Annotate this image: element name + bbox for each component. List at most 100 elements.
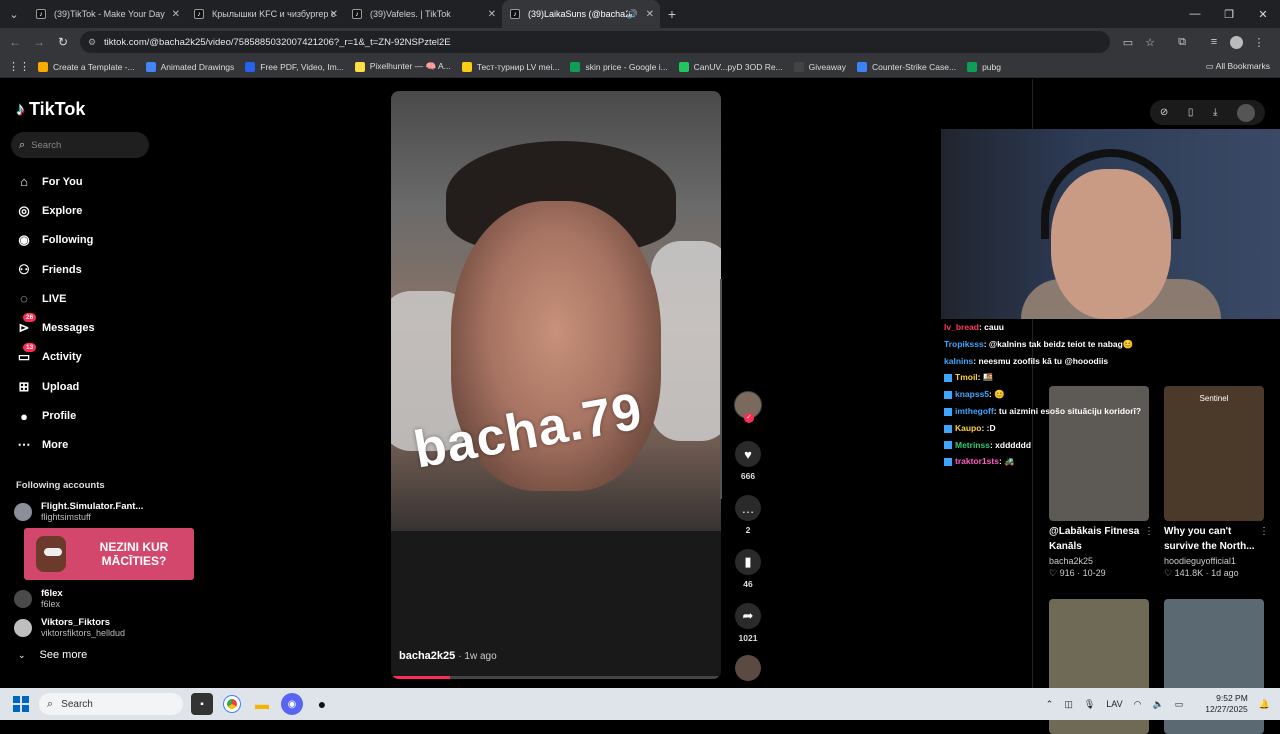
taskbar-search[interactable]: ⌕ Search <box>39 693 183 715</box>
card-author[interactable]: hoodieguyofficial1 <box>1164 556 1264 566</box>
volume-icon[interactable]: 🔈 <box>1153 699 1164 710</box>
bookmark-item[interactable]: Тест-турнир LV mei... <box>461 61 559 72</box>
video-thumbnail[interactable]: Sentinel <box>1164 386 1264 521</box>
media-icon[interactable]: ≡ <box>1203 36 1225 48</box>
video-player[interactable]: bacha.79 bacha2k25 · 1w ago <box>391 91 721 679</box>
user-avatar[interactable] <box>1237 103 1256 122</box>
search-input[interactable]: ⌕ Search <box>11 132 149 158</box>
bookmark-star-icon[interactable]: ☆ <box>1139 36 1161 49</box>
bookmark-item[interactable]: CanUV...pyD 3OD Re... <box>678 61 783 72</box>
bookmark-item[interactable]: Counter-Strike Case... <box>856 61 956 72</box>
following-account[interactable]: f6lex f6lex <box>14 584 143 613</box>
nav-item-profile[interactable]: ● Profile <box>15 401 95 430</box>
save-count: 46 <box>743 579 753 589</box>
bookmark-item[interactable]: skin price - Google i... <box>570 61 668 72</box>
card-title[interactable]: Why you can't survive the North... <box>1164 524 1264 554</box>
site-info-icon[interactable]: ⚙ <box>88 37 98 47</box>
post-age: · 1w ago <box>458 651 497 662</box>
extensions-icon[interactable]: ⧉ <box>1171 36 1193 49</box>
close-icon[interactable]: ✕ <box>646 9 654 20</box>
device-icon[interactable]: ▯ <box>1188 107 1194 118</box>
url-bar[interactable]: ⚙ tiktok.com/@bacha2k25/video/7585885032… <box>80 31 1110 53</box>
see-more-button[interactable]: ⌄ See more <box>18 649 87 661</box>
notifications-icon[interactable]: 🔔 <box>1259 699 1270 710</box>
video-scrollbar[interactable] <box>720 279 722 499</box>
wifi-icon[interactable]: ◠ <box>1134 699 1142 710</box>
nav-item-for-you[interactable]: ⌂ For You <box>15 167 95 196</box>
compass-icon[interactable]: ⊘ <box>1160 107 1168 118</box>
follow-plus-icon[interactable]: ✓ <box>744 413 754 423</box>
bookmark-item[interactable]: Pixelhunter — 🧠 A... <box>354 61 451 72</box>
clock[interactable]: 9:52 PM 12/27/2025 <box>1194 693 1248 715</box>
bookmark-item[interactable]: Giveaway <box>793 61 846 72</box>
close-window-button[interactable]: ✕ <box>1246 0 1280 28</box>
ad-banner[interactable]: NEZINI KUR MĀCĪTIES? <box>24 528 194 580</box>
speaker-icon[interactable]: 🔊 <box>627 9 638 20</box>
back-button[interactable]: ← <box>3 28 27 56</box>
task-view-icon[interactable]: ▪ <box>191 693 213 715</box>
nav-item-more[interactable]: ⋯ More <box>15 431 95 460</box>
creator-avatar[interactable]: ✓ <box>734 391 762 423</box>
more-options-icon[interactable]: ⋮ <box>1144 526 1154 537</box>
apps-icon[interactable]: ⋮⋮ <box>0 60 38 73</box>
nav-item-explore[interactable]: ◎ Explore <box>15 196 95 225</box>
menu-icon[interactable]: ⋮ <box>1248 36 1270 49</box>
maximize-button[interactable]: ❐ <box>1212 0 1246 28</box>
close-icon[interactable]: ✕ <box>330 9 338 20</box>
minimize-button[interactable]: — <box>1178 0 1212 28</box>
card-author[interactable]: bacha2k25 <box>1049 556 1149 566</box>
chevron-up-icon[interactable]: ⌃ <box>1046 699 1054 710</box>
reload-button[interactable]: ↻ <box>51 28 75 56</box>
windows-start-icon[interactable] <box>13 696 29 712</box>
tab-2[interactable]: ♪ (39)Vafeles. | TikTok ✕ <box>344 0 502 28</box>
bookmark-item[interactable]: pubg <box>967 61 1001 72</box>
recommended-video-card[interactable]: Sentinel ⋮ Why you can't survive the North… <box>1164 386 1269 579</box>
profile-avatar[interactable] <box>1230 35 1243 49</box>
language-indicator[interactable]: LAV <box>1106 699 1122 709</box>
file-explorer-icon[interactable]: ▬ <box>251 693 273 715</box>
tab-1[interactable]: ♪ Крылышки KFC и чизбургер c ✕ <box>186 0 344 28</box>
more-options-icon[interactable]: ⋮ <box>1259 526 1269 537</box>
all-bookmarks[interactable]: ▭ All Bookmarks <box>1206 61 1270 72</box>
following-account[interactable]: Viktors_Fiktors viktorsfiktors_helldud <box>14 613 143 642</box>
discord-icon[interactable]: ◉ <box>281 693 303 715</box>
nav-item-following[interactable]: ◉ Following <box>15 226 95 255</box>
new-tab-button[interactable]: + <box>660 6 684 22</box>
address-bar-row: ← → ↻ ⚙ tiktok.com/@bacha2k25/video/7585… <box>0 28 1280 56</box>
comment-button[interactable]: … <box>735 495 761 521</box>
battery-icon[interactable]: ▭ <box>1175 699 1184 710</box>
network-icon[interactable]: ◫ <box>1064 699 1073 710</box>
save-button[interactable]: ▮ <box>735 549 761 575</box>
close-icon[interactable]: ✕ <box>172 9 180 20</box>
tab-3[interactable]: ♪ (39)LaikaSuns (@bacha2k25 🔊 ✕ <box>502 0 660 28</box>
nav-item-activity[interactable]: ▭ 13 Activity <box>15 342 95 372</box>
video-progress-bar[interactable] <box>391 676 721 679</box>
close-icon[interactable]: ✕ <box>488 9 496 20</box>
bookmark-item[interactable]: Animated Drawings <box>145 61 234 72</box>
nav-item-messages[interactable]: ⊳ 26 Messages <box>15 313 95 342</box>
microphone-icon[interactable]: 🎙 <box>1084 699 1095 710</box>
share-button[interactable]: ➦ <box>735 603 761 629</box>
card-stats: ♡ 916 · 10-29 <box>1049 568 1106 578</box>
chrome-icon[interactable] <box>221 693 243 715</box>
chat-username: knapss5 <box>955 389 990 400</box>
bookmark-item[interactable]: Create a Template -... <box>38 61 135 72</box>
card-title[interactable]: @Labākais Fitnesa Kanāls <box>1049 524 1149 554</box>
chat-username: Metrinss <box>955 439 990 450</box>
cast-icon[interactable]: ▭ <box>1117 36 1139 49</box>
app-icon[interactable]: ● <box>311 693 333 715</box>
tab-search-button[interactable]: ⌄ <box>0 0 28 28</box>
nav-item-friends[interactable]: ⚇ Friends <box>15 255 95 284</box>
video-author[interactable]: bacha2k25 · 1w ago <box>399 650 497 662</box>
sound-avatar[interactable] <box>735 655 761 681</box>
nav-item-live[interactable]: ◌ LIVE <box>15 284 95 313</box>
bookmark-favicon-icon <box>967 61 978 72</box>
tab-0[interactable]: ♪ (39)TikTok - Make Your Day ✕ <box>28 0 186 28</box>
following-account[interactable]: Flight.Simulator.Fant... flightsimstuff <box>14 497 143 526</box>
nav-item-upload[interactable]: ⊞ Upload <box>15 372 95 401</box>
tiktok-logo[interactable]: ♪ TikTok <box>16 99 85 120</box>
like-button[interactable]: ♥ <box>735 441 761 467</box>
forward-button[interactable]: → <box>27 28 51 56</box>
download-icon[interactable]: ⤓ <box>1213 107 1217 118</box>
bookmark-item[interactable]: Free PDF, Video, Im... <box>245 61 344 72</box>
